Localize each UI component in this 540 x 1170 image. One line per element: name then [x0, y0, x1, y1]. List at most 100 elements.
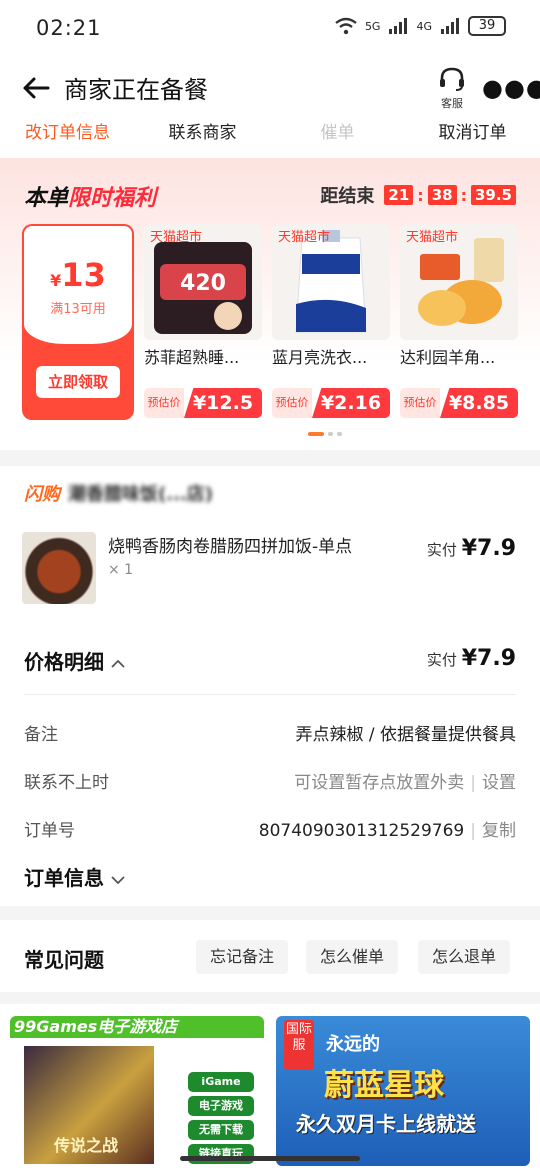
coupon-card[interactable]: ¥13 满13可用 立即领取: [22, 224, 134, 420]
ad-title: 99Games电子游戏店: [10, 1016, 264, 1038]
page-header: 商家正在备餐 客服 ●●● 改订单信息 联系商家 催单 取消订单: [0, 58, 540, 158]
product-card[interactable]: 420 天猫超市 苏菲超熟睡... 预估价 ¥12.5: [144, 224, 262, 420]
faq-section: 常见问题 忘记备注 怎么催单 怎么退单: [0, 920, 540, 992]
price-value: ¥2.16: [312, 388, 390, 418]
ad-banner-row: 99Games电子游戏店 传说之战 iGame 电子游戏 无需下载 链接直玩 国…: [0, 1004, 540, 1170]
divider: [24, 694, 516, 695]
ad-tag: 链接直玩: [188, 1144, 254, 1164]
urge-order-button[interactable]: 催单: [270, 118, 405, 143]
faq-chip-forgot-note[interactable]: 忘记备注: [196, 940, 289, 974]
order-info-title: 订单信息: [24, 866, 104, 890]
item-name: 烧鸭香肠肉卷腊肠四拼加饭-单点: [108, 537, 353, 557]
back-arrow-icon[interactable]: [20, 72, 52, 104]
product-card[interactable]: 天猫超市 蓝月亮洗衣... 预估价 ¥2.16: [272, 224, 390, 420]
faq-chip-refund[interactable]: 怎么退单: [418, 940, 511, 974]
signal-icon-2: [441, 18, 459, 34]
shop-header[interactable]: 闪购 潮香腊味饭(...店): [24, 480, 213, 506]
item-thumbnail: [22, 532, 96, 604]
price-detail-toggle[interactable]: 价格明细: [24, 646, 125, 675]
claim-coupon-button[interactable]: 立即领取: [36, 366, 120, 398]
home-indicator[interactable]: [180, 1156, 360, 1161]
item-quantity: × 1: [108, 562, 134, 578]
product-tag: 天猫超市: [406, 230, 459, 245]
customer-service-button[interactable]: 客服: [434, 66, 470, 111]
ad-line-1: 永远的: [326, 1034, 380, 1055]
order-number-label: 订单号: [24, 821, 75, 841]
countdown-separator: :: [460, 185, 467, 205]
item-paid-value: ¥7.9: [461, 536, 516, 561]
separator: |: [470, 773, 476, 793]
edit-order-info-button[interactable]: 改订单信息: [0, 118, 135, 143]
countdown-separator: :: [417, 185, 424, 205]
shop-name: 潮香腊味饭(...店): [68, 484, 213, 505]
more-options-icon[interactable]: ●●●: [482, 74, 540, 102]
item-paid-amount: 实付 ¥7.9: [427, 536, 516, 561]
total-paid-amount: 实付 ¥7.9: [427, 646, 516, 671]
product-price: 预估价 ¥2.16: [272, 388, 390, 418]
network-5g-label: 5G: [364, 19, 381, 33]
clock: 02:21: [36, 16, 102, 40]
faq-chip-urge-order[interactable]: 怎么催单: [306, 940, 399, 974]
coupon-amount-value: 13: [61, 256, 106, 294]
ad-banner-games[interactable]: 99Games电子游戏店 传说之战 iGame 电子游戏 无需下载 链接直玩: [10, 1016, 264, 1166]
product-image: 天猫超市: [400, 224, 518, 340]
estimated-price-label: 预估价: [144, 388, 184, 418]
page-title: 商家正在备餐: [64, 76, 208, 104]
product-tag: 天猫超市: [278, 230, 331, 245]
order-info-toggle[interactable]: 订单信息: [24, 862, 125, 891]
product-name: 苏菲超熟睡...: [144, 348, 240, 367]
unreachable-setting-link[interactable]: 设置: [482, 773, 516, 793]
coupon-amount: ¥13: [24, 256, 132, 294]
carousel-indicator: [308, 432, 342, 436]
paid-label: 实付: [426, 541, 457, 559]
faq-title: 常见问题: [24, 948, 104, 972]
ad-tag: iGame: [188, 1072, 254, 1092]
estimated-price-label: 预估价: [272, 388, 312, 418]
headset-icon: [440, 67, 464, 91]
status-icons: 5G 4G 39: [335, 16, 506, 36]
product-price: 预估价 ¥12.5: [144, 388, 262, 418]
price-detail-title: 价格明细: [24, 650, 104, 674]
chevron-up-icon: [111, 659, 125, 668]
product-card[interactable]: 天猫超市 达利园羊角... 预估价 ¥8.85: [400, 224, 518, 420]
total-paid-value: ¥7.9: [461, 646, 516, 671]
ad-tag: 无需下载: [188, 1120, 254, 1140]
price-value: ¥12.5: [184, 388, 262, 418]
separator: |: [470, 821, 476, 841]
contact-merchant-button[interactable]: 联系商家: [135, 118, 270, 143]
product-name: 蓝月亮洗衣...: [272, 348, 368, 367]
order-actions: 改订单信息 联系商家 催单 取消订单: [0, 118, 540, 143]
countdown: 距结束 21 : 38 : 39.5: [320, 182, 516, 208]
product-tag: 天猫超市: [150, 230, 203, 245]
product-price: 预估价 ¥8.85: [400, 388, 518, 418]
product-image: 420 天猫超市: [144, 224, 262, 340]
svg-text:420: 420: [180, 271, 226, 296]
cancel-order-button[interactable]: 取消订单: [405, 118, 540, 143]
signal-icon: [389, 18, 408, 34]
order-number: 8074090301312529769: [258, 821, 465, 841]
ad-game-image: 传说之战: [24, 1046, 154, 1164]
unreachable-value: 可设置暂存点放置外卖: [294, 773, 465, 793]
flash-buy-label: 闪购: [24, 484, 60, 505]
chevron-down-icon: [111, 876, 125, 885]
unreachable-row: 可设置暂存点放置外卖 | 设置: [294, 768, 516, 793]
promo-title-a: 本单: [24, 186, 69, 211]
ad-tag: 电子游戏: [188, 1096, 254, 1116]
unreachable-label: 联系不上时: [24, 773, 109, 793]
promo-title-b: 限时福利: [68, 186, 157, 211]
copy-order-number-button[interactable]: 复制: [482, 821, 516, 841]
battery-indicator: 39: [468, 16, 506, 36]
order-details-card: 闪购 潮香腊味饭(...店) 烧鸭香肠肉卷腊肠四拼加饭-单点 × 1 实付 ¥7…: [0, 466, 540, 906]
ad-badge: 国际服: [284, 1020, 314, 1070]
ad-banner-blue-planet[interactable]: 国际服 永远的 蔚蓝星球 永久双月卡上线就送: [276, 1016, 530, 1166]
countdown-hours: 21: [384, 185, 414, 205]
note-label: 备注: [24, 725, 58, 745]
ad-game-caption: 传说之战: [54, 1136, 119, 1155]
countdown-label: 距结束: [320, 186, 375, 207]
wifi-icon: [335, 17, 357, 35]
product-name: 达利园羊角...: [400, 348, 496, 367]
coupon-currency: ¥: [50, 271, 62, 290]
price-value: ¥8.85: [440, 388, 518, 418]
order-number-row: 8074090301312529769 | 复制: [259, 816, 516, 841]
estimated-price-label: 预估价: [400, 388, 440, 418]
